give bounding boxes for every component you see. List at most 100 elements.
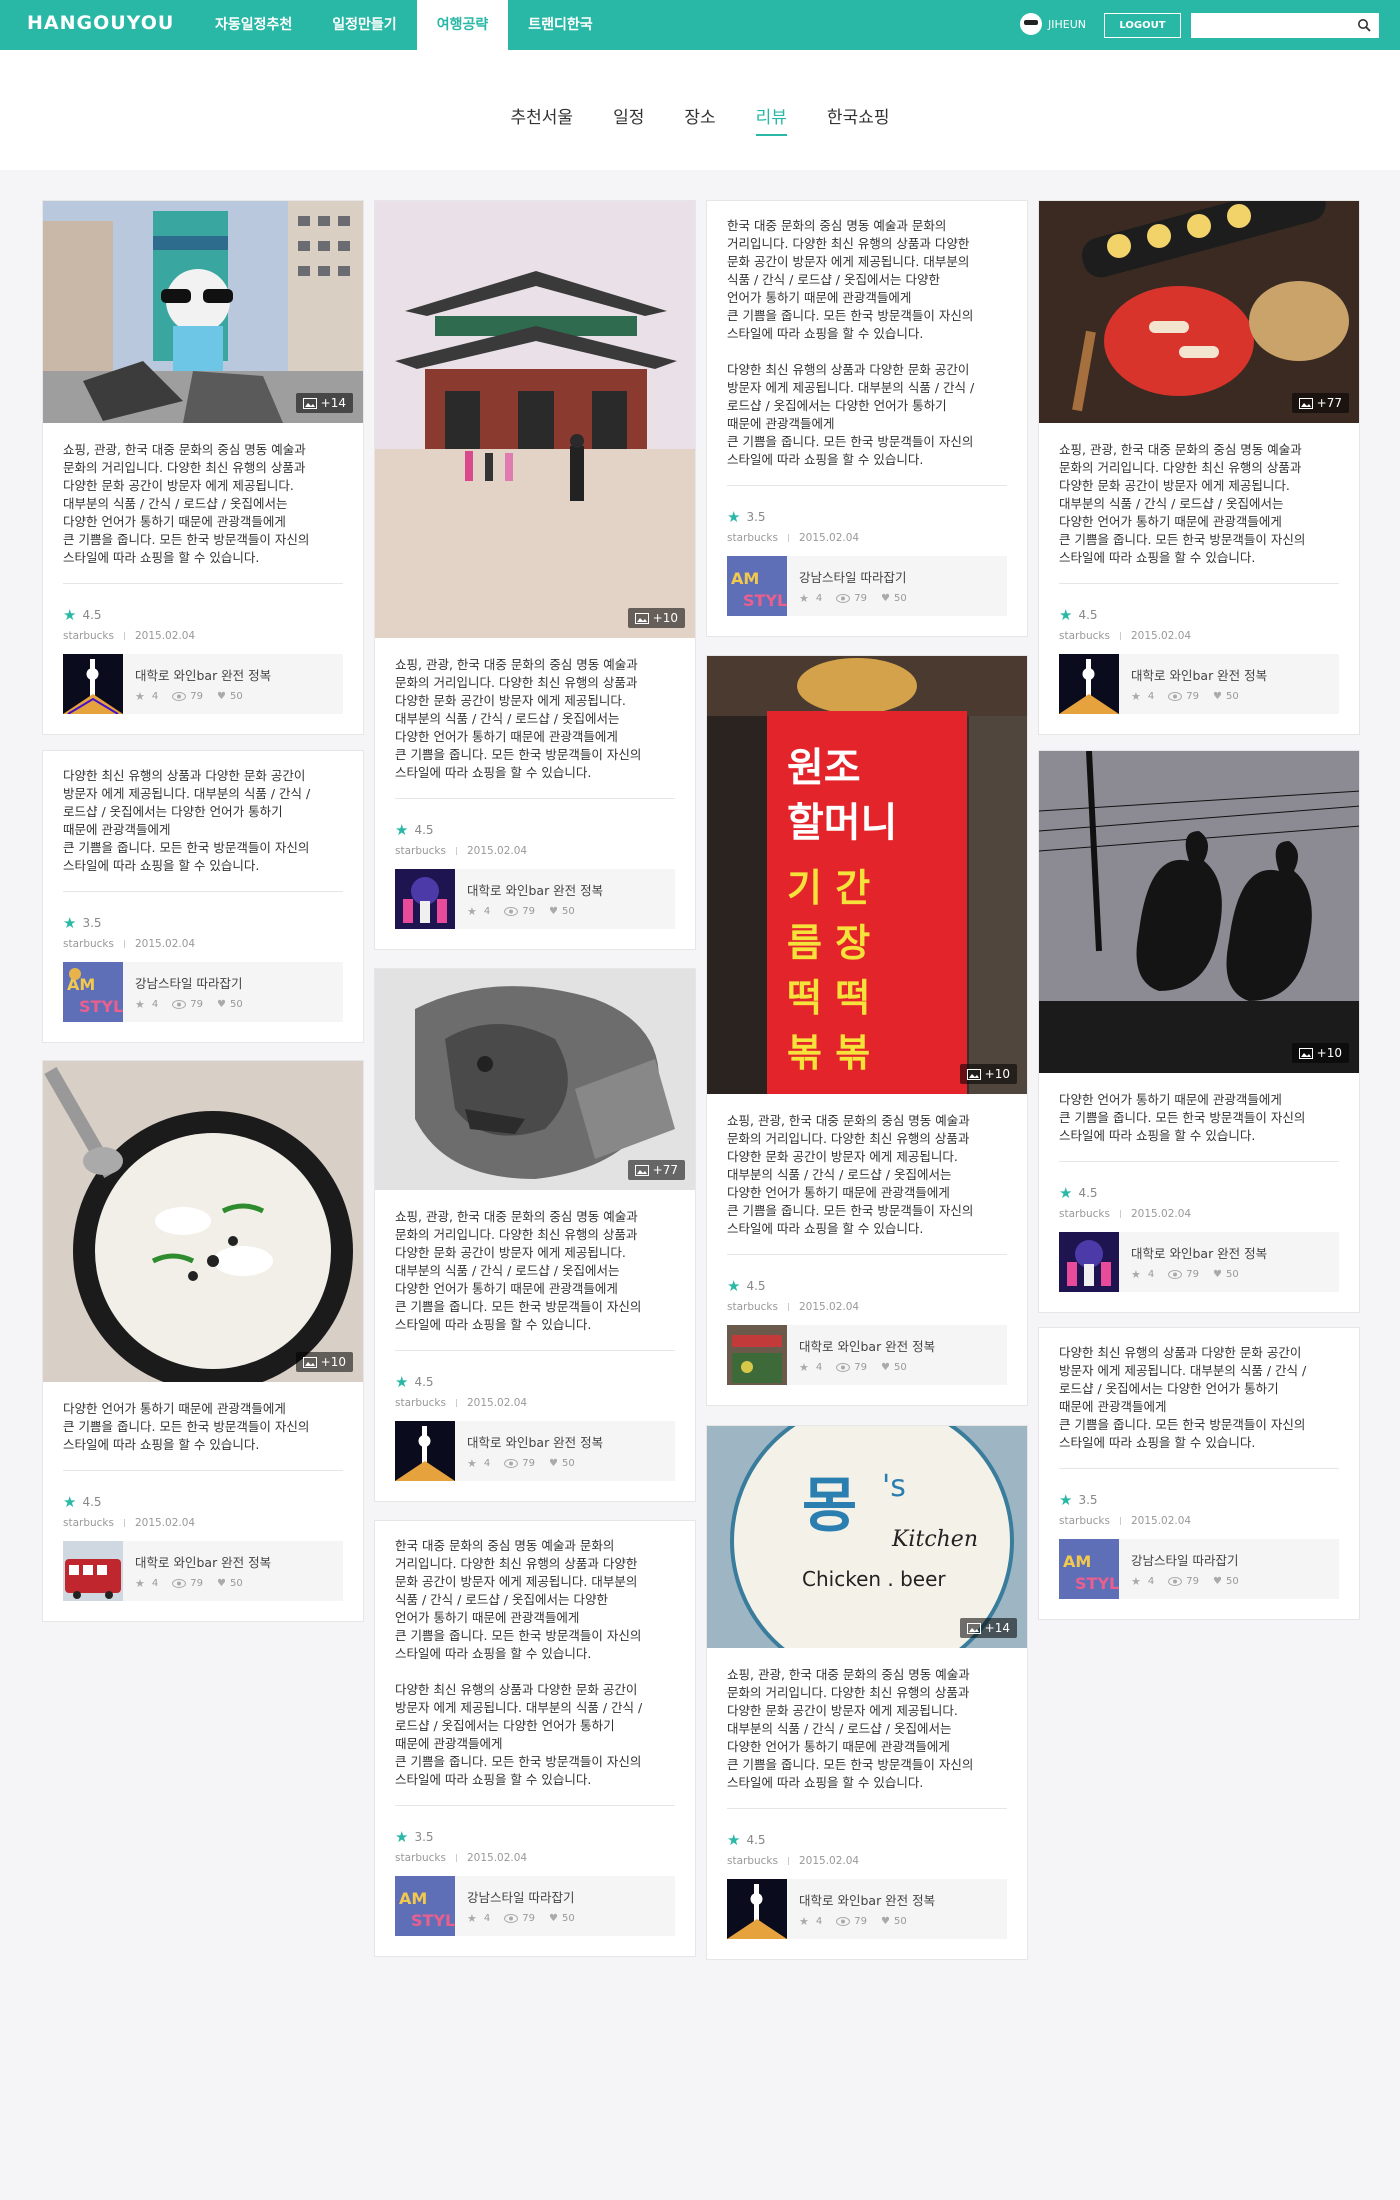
review-photo[interactable]: +10	[43, 1061, 363, 1382]
related-schedule[interactable]: AM STYL 강남스타일 따라잡기 ★ 4 79 ♥ 50	[727, 556, 1007, 616]
review-card[interactable]: +10 다양한 언어가 통하기 때문에 관광객들에게 큰 기쁨을 줍니다. 모든…	[1038, 750, 1360, 1313]
related-title: 대학로 와인bar 완전 정복	[135, 1555, 272, 1570]
star-icon: ★	[395, 821, 409, 839]
review-card[interactable]: 다양한 최신 유행의 상품과 다양한 문화 공간이 방문자 에게 제공됩니다. …	[42, 750, 364, 1043]
nav-item-auto-schedule[interactable]: 자동일정추천	[195, 0, 312, 50]
author[interactable]: starbucks	[727, 1301, 778, 1313]
photo-count-badge: +10	[627, 608, 685, 628]
star-icon: ★	[467, 905, 477, 918]
author[interactable]: starbucks	[63, 938, 114, 950]
review-card[interactable]: +77 쇼핑, 관광, 한국 대중 문화의 중심 명동 예술과 문화의 거리입니…	[1038, 200, 1360, 735]
related-schedule[interactable]: AM STYL 강남스타일 따라잡기 ★ 4 79 ♥ 50	[1059, 1539, 1339, 1599]
related-schedule[interactable]: 대학로 와인bar 완전 정복 ★ 4 79 ♥ 50	[63, 654, 343, 714]
related-schedule[interactable]: 대학로 와인bar 완전 정복 ★ 4 79 ♥ 50	[63, 1541, 343, 1601]
eye-icon	[836, 1363, 851, 1372]
author[interactable]: starbucks	[727, 532, 778, 544]
related-stats: ★ 4 79 ♥ 50	[1131, 1575, 1239, 1588]
related-stats: ★ 4 79 ♥ 50	[799, 1915, 907, 1928]
review-description: 한국 대중 문화의 중심 명동 예술과 문화의 거리입니다. 다양한 최신 유행…	[395, 1537, 675, 1806]
author[interactable]: starbucks	[395, 845, 446, 857]
author[interactable]: starbucks	[727, 1855, 778, 1867]
nav-item-make-schedule[interactable]: 일정만들기	[312, 0, 416, 50]
review-card[interactable]: 다양한 최신 유행의 상품과 다양한 문화 공간이 방문자 에게 제공됩니다. …	[1038, 1327, 1360, 1620]
tab-recommend-seoul[interactable]: 추천서울	[511, 103, 574, 136]
review-card[interactable]: 원조 할머니 기 간 름 장 떡 떡 볶 볶 +10 쇼핑, 관광, 한국 대중…	[706, 655, 1028, 1406]
image-icon	[1298, 397, 1313, 409]
related-thumbnail	[395, 1421, 455, 1481]
author[interactable]: starbucks	[63, 630, 114, 642]
review-card[interactable]: +10 다양한 언어가 통하기 때문에 관광객들에게 큰 기쁨을 줍니다. 모든…	[42, 1060, 364, 1622]
review-photo[interactable]: +77	[1039, 201, 1359, 423]
rating: ★ 4.5	[395, 1373, 675, 1391]
review-photo[interactable]: +10	[1039, 751, 1359, 1073]
svg-text:STYL: STYL	[743, 591, 787, 610]
related-schedule[interactable]: 대학로 와인bar 완전 정복 ★ 4 79 ♥ 50	[395, 869, 675, 929]
svg-text:떡 떡: 떡 떡	[787, 976, 870, 1020]
search-icon[interactable]	[1357, 18, 1371, 32]
photo-count-badge: +10	[1291, 1043, 1349, 1063]
svg-text:STYL: STYL	[1075, 1574, 1119, 1593]
review-photo[interactable]: 원조 할머니 기 간 름 장 떡 떡 볶 볶 +10	[707, 656, 1027, 1094]
author[interactable]: starbucks	[395, 1852, 446, 1864]
author[interactable]: starbucks	[63, 1517, 114, 1529]
badge-count: +77	[652, 1163, 678, 1177]
date: 2015.02.04	[798, 532, 860, 544]
logout-button[interactable]: LOGOUT	[1104, 13, 1181, 38]
tab-review[interactable]: 리뷰	[755, 103, 787, 136]
tab-korea-shopping[interactable]: 한국쇼핑	[827, 103, 890, 136]
tab-schedule[interactable]: 일정	[613, 103, 644, 136]
date: 2015.02.04	[134, 1517, 196, 1529]
user-profile[interactable]: JIHEUN	[1020, 13, 1086, 35]
author[interactable]: starbucks	[1059, 1515, 1110, 1527]
review-card[interactable]: +10 쇼핑, 관광, 한국 대중 문화의 중심 명동 예술과 문화의 거리입니…	[374, 200, 696, 950]
logo[interactable]: HANGOUYOU	[27, 12, 174, 34]
heart-icon: ♥	[880, 593, 890, 604]
image-icon	[302, 397, 317, 409]
related-schedule[interactable]: 대학로 와인bar 완전 정복 ★ 4 79 ♥ 50	[1059, 1232, 1339, 1292]
related-schedule[interactable]: 대학로 와인bar 완전 정복 ★ 4 79 ♥ 50	[727, 1325, 1007, 1385]
related-schedule[interactable]: AM STYL 강남스타일 따라잡기 ★ 4 79 ♥ 50	[395, 1876, 675, 1936]
nav-item-travel-guide[interactable]: 여행공략	[416, 0, 509, 50]
photo-count-badge: +14	[959, 1618, 1017, 1638]
related-title: 강남스타일 따라잡기	[1131, 1553, 1239, 1568]
related-title: 강남스타일 따라잡기	[135, 976, 243, 991]
review-photo[interactable]: +10	[375, 201, 695, 638]
tab-place[interactable]: 장소	[684, 103, 715, 136]
star-icon: ★	[135, 998, 145, 1011]
image-icon	[1298, 1047, 1313, 1059]
review-card[interactable]: +77 쇼핑, 관광, 한국 대중 문화의 중심 명동 예술과 문화의 거리입니…	[374, 968, 696, 1502]
date: 2015.02.04	[798, 1855, 860, 1867]
image-icon	[302, 1356, 317, 1368]
review-card[interactable]: 한국 대중 문화의 중심 명동 예술과 문화의 거리입니다. 다양한 최신 유행…	[374, 1520, 696, 1957]
review-photo[interactable]: 몽 's Kitchen Chicken . beer +14	[707, 1426, 1027, 1648]
related-schedule[interactable]: AM STYL 강남스타일 따라잡기 ★ 4 79 ♥ 50	[63, 962, 343, 1022]
author[interactable]: starbucks	[1059, 1208, 1110, 1220]
svg-text:AM: AM	[399, 1889, 427, 1908]
review-card[interactable]: 몽 's Kitchen Chicken . beer +14 쇼핑, 관광, …	[706, 1425, 1028, 1960]
eye-icon	[504, 1459, 519, 1468]
related-title: 대학로 와인bar 완전 정복	[467, 1435, 604, 1450]
review-description: 쇼핑, 관광, 한국 대중 문화의 중심 명동 예술과 문화의 거리입니다. 다…	[727, 1112, 1007, 1255]
review-photo[interactable]: +14	[43, 201, 363, 423]
svg-text:할머니: 할머니	[787, 800, 897, 846]
svg-text:STYL: STYL	[79, 997, 123, 1016]
author[interactable]: starbucks	[1059, 630, 1110, 642]
related-schedule[interactable]: 대학로 와인bar 완전 정복 ★ 4 79 ♥ 50	[395, 1421, 675, 1481]
star-icon: ★	[467, 1457, 477, 1470]
related-schedule[interactable]: 대학로 와인bar 완전 정복 ★ 4 79 ♥ 50	[1059, 654, 1339, 714]
badge-count: +77	[1316, 396, 1342, 410]
review-card[interactable]: 한국 대중 문화의 중심 명동 예술과 문화의 거리입니다. 다양한 최신 유행…	[706, 200, 1028, 637]
review-description: 쇼핑, 관광, 한국 대중 문화의 중심 명동 예술과 문화의 거리입니다. 다…	[727, 1666, 1007, 1809]
search-input[interactable]	[1191, 13, 1341, 38]
related-thumbnail: AM STYL	[1059, 1539, 1119, 1599]
eye-icon	[172, 1579, 187, 1588]
nav-item-trendy-korea[interactable]: 트랜디한국	[508, 0, 612, 50]
review-photo[interactable]: +77	[375, 969, 695, 1190]
author[interactable]: starbucks	[395, 1397, 446, 1409]
related-title: 강남스타일 따라잡기	[799, 570, 907, 585]
category-tabs: 추천서울 일정 장소 리뷰 한국쇼핑	[0, 103, 1400, 136]
related-thumbnail	[395, 869, 455, 929]
related-schedule[interactable]: 대학로 와인bar 완전 정복 ★ 4 79 ♥ 50	[727, 1879, 1007, 1939]
svg-text:름 장: 름 장	[787, 921, 870, 965]
review-card[interactable]: +14 쇼핑, 관광, 한국 대중 문화의 중심 명동 예술과 문화의 거리입니…	[42, 200, 364, 735]
